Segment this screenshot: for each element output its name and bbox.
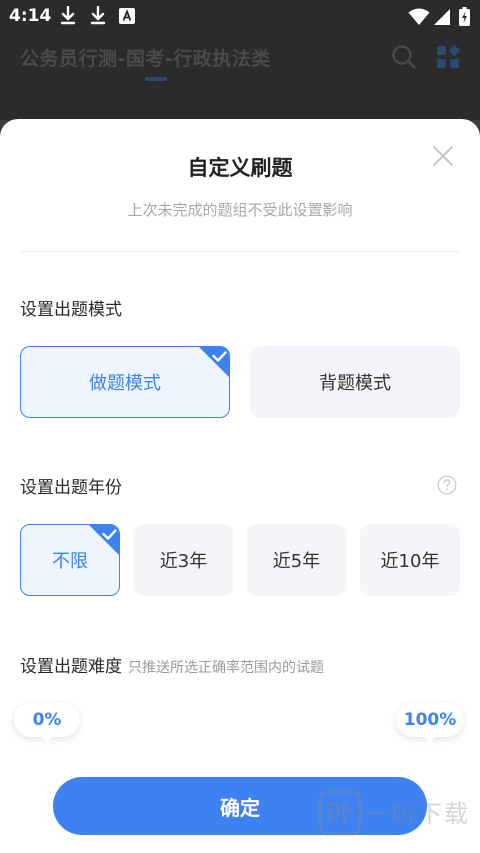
- option-year-3[interactable]: 近3年: [134, 524, 233, 596]
- option-label: 做题模式: [89, 373, 161, 394]
- option-practice-mode[interactable]: 做题模式: [20, 346, 230, 418]
- difficulty-min-value: 0%: [32, 710, 62, 730]
- option-label: 不限: [52, 551, 88, 572]
- close-icon[interactable]: [430, 143, 456, 169]
- option-label: 近10年: [380, 551, 440, 572]
- download-icon: [60, 6, 76, 25]
- difficulty-max-value: 100%: [403, 710, 457, 730]
- check-corner-icon: [89, 525, 119, 555]
- divider: [20, 251, 460, 252]
- watermark-text: 一听下载: [366, 800, 470, 828]
- option-year-10[interactable]: 近10年: [360, 524, 460, 596]
- option-year-unlimited[interactable]: 不限: [20, 524, 120, 596]
- option-label: 近5年: [272, 551, 321, 572]
- year-section-label: 设置出题年份: [20, 478, 122, 498]
- option-label: 背题模式: [319, 373, 391, 394]
- grid-menu-icon[interactable]: [436, 45, 460, 69]
- sheet-subtitle: 上次未完成的题组不受此设置影响: [127, 201, 353, 219]
- app-title: 公务员行测-国考-行政执法类: [20, 48, 271, 70]
- difficulty-section-label: 设置出题难度 只推送所选正确率范围内的试题: [20, 652, 324, 677]
- app-header: 公务员行测-国考-行政执法类: [0, 32, 480, 120]
- search-icon[interactable]: [391, 44, 417, 70]
- status-bar: 4:14: [0, 0, 480, 32]
- sheet-title: 自定义刷题: [187, 156, 293, 180]
- difficulty-max-bubble[interactable]: 100%: [396, 703, 464, 743]
- difficulty-label: 设置出题难度: [20, 657, 122, 677]
- option-review-mode[interactable]: 背题模式: [250, 346, 460, 418]
- difficulty-hint: 只推送所选正确率范围内的试题: [128, 660, 324, 676]
- difficulty-min-bubble[interactable]: 0%: [14, 703, 80, 743]
- tab-indicator: [145, 77, 167, 81]
- screen: 4:14 公务员行测-国考-行政执法类 自定义刷题 上次未完成的题组不受此设置影…: [0, 0, 480, 853]
- wifi-icon: [408, 8, 430, 25]
- signal-icon: [434, 9, 450, 25]
- confirm-label: 确定: [220, 795, 260, 820]
- watermark-logo-icon: [318, 790, 362, 836]
- watermark: 一听下载: [318, 784, 478, 844]
- option-year-5[interactable]: 近5年: [247, 524, 346, 596]
- option-label: 近3年: [159, 551, 208, 572]
- download-icon: [90, 6, 106, 25]
- check-corner-icon: [199, 347, 229, 377]
- notification-a-icon: [119, 8, 135, 24]
- battery-charging-icon: [459, 7, 470, 26]
- question-circle-icon[interactable]: [437, 475, 457, 495]
- mode-section-label: 设置出题模式: [20, 300, 122, 320]
- custom-practice-sheet: 自定义刷题 上次未完成的题组不受此设置影响 设置出题模式 做题模式 背题模式 设…: [0, 119, 480, 853]
- status-time: 4:14: [9, 6, 52, 26]
